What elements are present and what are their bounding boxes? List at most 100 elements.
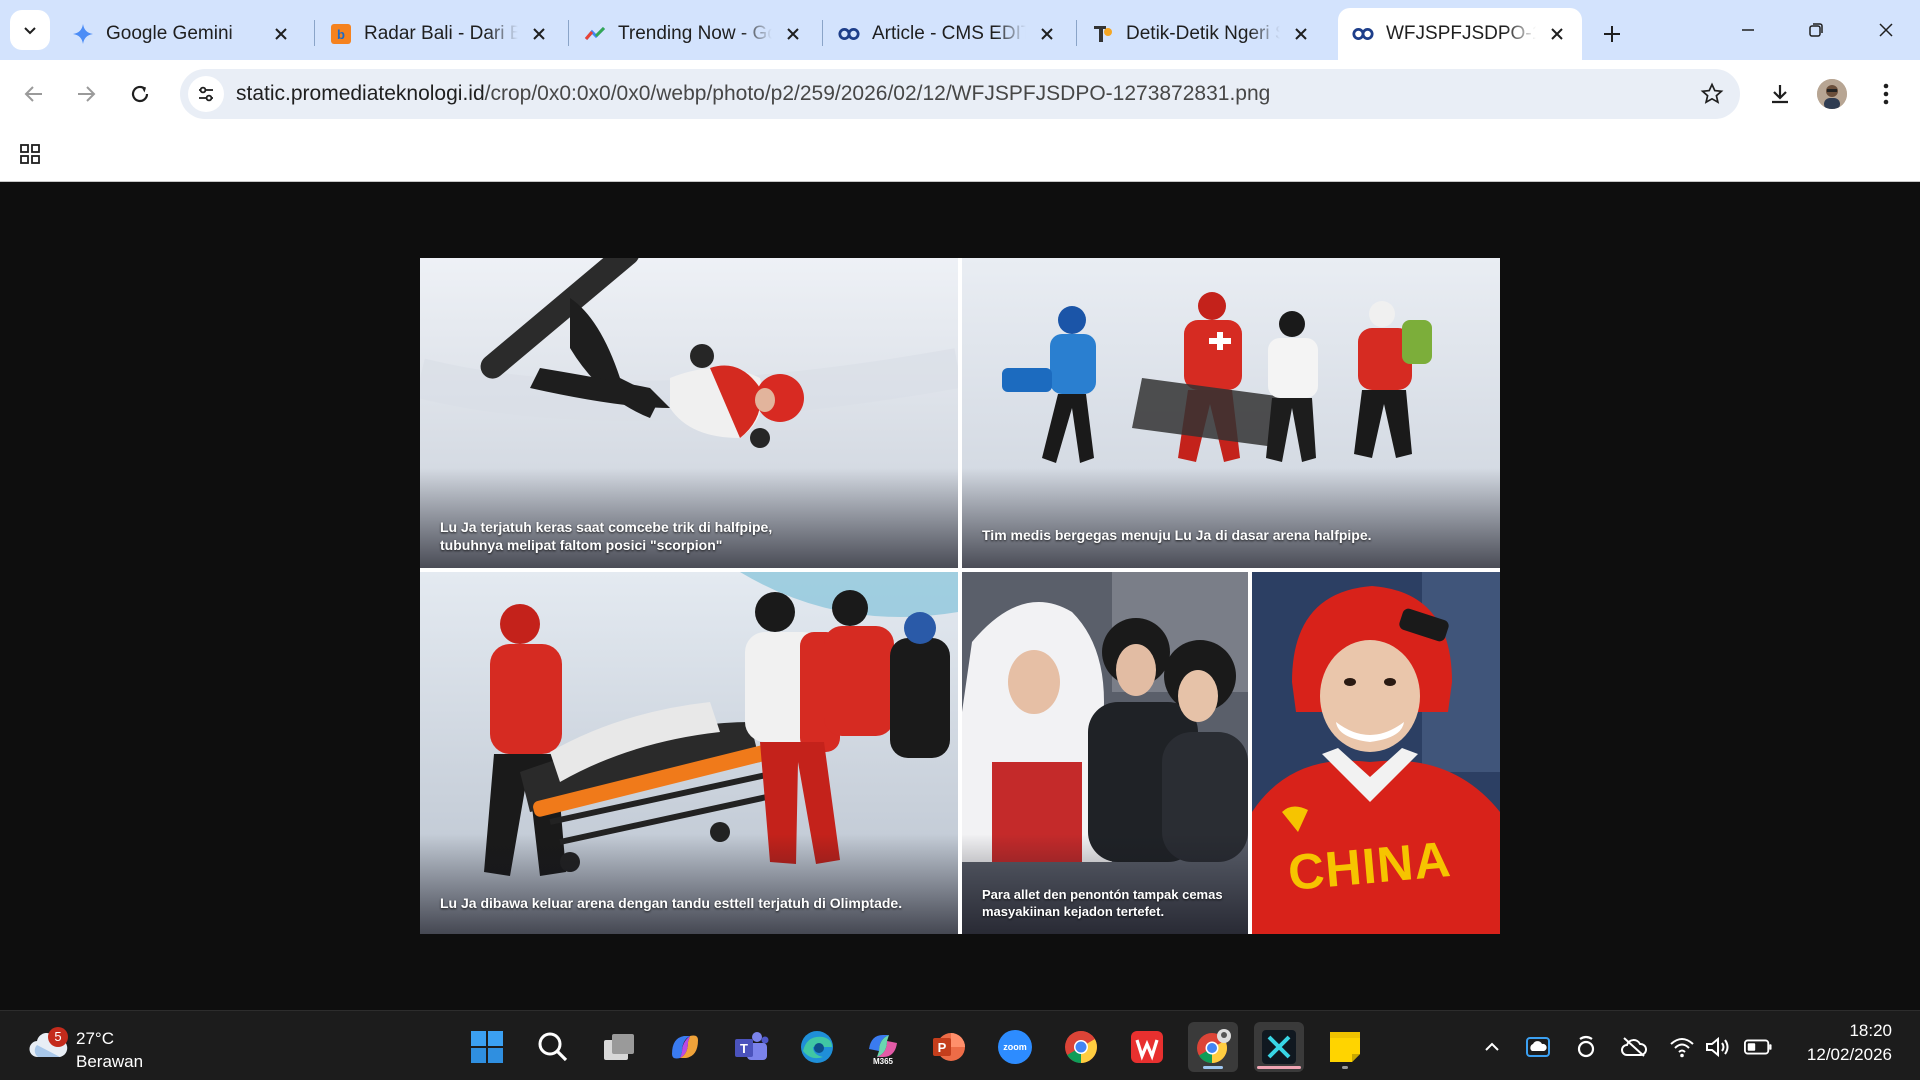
zoom-icon: zoom [998, 1030, 1032, 1064]
weather-widget[interactable]: 5 27°C Berawan [24, 1023, 164, 1071]
cms-icon [838, 23, 860, 45]
gemini-icon [72, 23, 94, 45]
detik-icon [1092, 23, 1114, 45]
tab-radar-bali[interactable]: b Radar Bali - Dari Bali [316, 8, 564, 60]
ring-app-tray-button[interactable] [1572, 1033, 1600, 1061]
capcut-icon [1262, 1030, 1296, 1064]
tune-icon [199, 86, 213, 102]
powerpoint-button[interactable]: P [924, 1022, 974, 1072]
restore-button[interactable] [1788, 8, 1844, 52]
url-text: static.promediateknologi.id/crop/0x0:0x0… [236, 82, 1270, 106]
close-icon[interactable] [780, 21, 806, 47]
photo-collage[interactable]: Lu Ja terjatuh keras saat comcebe trik d… [420, 258, 1500, 934]
m365-button[interactable]: M365 [858, 1022, 908, 1072]
address-bar[interactable]: static.promediateknologi.id/crop/0x0:0x0… [180, 69, 1740, 119]
apps-grid-icon [20, 144, 40, 164]
wifi-icon [1670, 1038, 1694, 1058]
tab-detik-detik[interactable]: Detik-Detik Ngeri Saat [1078, 8, 1326, 60]
back-button[interactable] [14, 74, 54, 114]
chrome-button[interactable] [1056, 1022, 1106, 1072]
wps-button[interactable] [1122, 1022, 1172, 1072]
edge-button[interactable] [792, 1022, 842, 1072]
cloud-off-tray-button[interactable] [1620, 1033, 1648, 1061]
task-view-button[interactable] [594, 1022, 644, 1072]
m365-icon: M365 [869, 1035, 897, 1065]
reload-button[interactable] [120, 74, 160, 114]
wps-icon [1131, 1031, 1163, 1063]
m365-label: M365 [873, 1057, 894, 1065]
tab-title: Detik-Detik Ngeri Saat [1126, 23, 1280, 44]
download-icon [1772, 85, 1788, 104]
close-window-button[interactable] [1858, 8, 1914, 52]
teams-button[interactable]: T [726, 1022, 776, 1072]
edge-icon [801, 1031, 833, 1063]
battery-button[interactable] [1744, 1033, 1772, 1061]
sticky-notes-button[interactable] [1320, 1022, 1370, 1072]
zoom-label: zoom [1003, 1042, 1027, 1052]
caption-medics: Tim medis bergegas menuju Lu Ja di dasar… [982, 527, 1372, 543]
downloads-button[interactable] [1760, 74, 1800, 114]
chrome-icon [1065, 1031, 1097, 1063]
search-button[interactable] [528, 1022, 578, 1072]
copilot-button[interactable] [660, 1022, 710, 1072]
clock-time[interactable]: 18:20 [1849, 1021, 1892, 1041]
tab-search-button[interactable] [10, 10, 50, 50]
tab-wfjspfjsdpo[interactable]: WFJSPFJSDPO-1273872831 [1338, 8, 1582, 60]
onedrive-tray-button[interactable] [1524, 1033, 1552, 1061]
clock-date[interactable]: 12/02/2026 [1807, 1045, 1892, 1065]
cloud-off-icon [1621, 1037, 1647, 1057]
teams-icon: T [735, 1032, 769, 1060]
tab-title: WFJSPFJSDPO-1273872831 [1386, 23, 1536, 44]
tab-separator [314, 20, 315, 46]
chevron-down-icon [24, 27, 36, 35]
volume-button[interactable] [1704, 1033, 1732, 1061]
menu-button[interactable] [1866, 74, 1906, 114]
cms-icon [1352, 23, 1374, 45]
copilot-icon [672, 1035, 698, 1059]
photo-athlete-portrait: CHINA [1252, 572, 1500, 934]
search-icon [538, 1032, 568, 1062]
chrome-profile-button[interactable] [1188, 1022, 1238, 1072]
reload-icon [131, 85, 149, 103]
photo-worried-crowd: Para allet den penontón tampak cemas mas… [962, 572, 1248, 934]
tab-separator [568, 20, 569, 46]
close-icon[interactable] [526, 21, 552, 47]
restore-icon [1809, 23, 1823, 37]
speaker-icon [1706, 1036, 1729, 1058]
close-icon[interactable] [268, 21, 294, 47]
minimize-button[interactable] [1720, 8, 1776, 52]
bookmark-star-button[interactable] [1698, 80, 1726, 108]
zoom-button[interactable]: zoom [990, 1022, 1040, 1072]
minimize-icon [1742, 29, 1754, 31]
tab-trending-now[interactable]: Trending Now - Google Trends [570, 8, 818, 60]
profile-button[interactable] [1812, 74, 1852, 114]
tab-article-cms[interactable]: Article - CMS EDITOR [824, 8, 1072, 60]
svg-text:P: P [938, 1040, 947, 1055]
close-icon[interactable] [1034, 21, 1060, 47]
tab-separator [822, 20, 823, 46]
close-icon [1879, 23, 1893, 37]
start-button[interactable] [462, 1022, 512, 1072]
wifi-button[interactable] [1668, 1033, 1696, 1061]
weather-condition: Berawan [76, 1052, 144, 1071]
tab-separator [1076, 20, 1077, 46]
close-icon[interactable] [1544, 21, 1570, 47]
caption-shade [420, 834, 958, 934]
caption-stretcher: Lu Ja dibawa keluar arena dengan tandu e… [440, 895, 903, 911]
tab-title: Radar Bali - Dari Bali [364, 23, 518, 44]
photo-medics-rushing: Tim medis bergegas menuju Lu Ja di dasar… [962, 258, 1500, 568]
new-tab-button[interactable] [1594, 16, 1630, 52]
tab-title: Google Gemini [106, 23, 233, 44]
site-info-button[interactable] [188, 76, 224, 112]
apps-button[interactable] [16, 140, 44, 168]
forward-button[interactable] [66, 74, 106, 114]
tab-google-gemini[interactable]: Google Gemini [58, 8, 306, 60]
running-indicator [1203, 1066, 1223, 1069]
capcut-button[interactable] [1254, 1022, 1304, 1072]
tab-strip: Google Gemini b Radar Bali - Dari Bali T… [0, 0, 1920, 60]
close-icon[interactable] [1288, 21, 1314, 47]
plus-icon [1604, 26, 1620, 42]
show-hidden-icons-button[interactable] [1478, 1033, 1506, 1061]
url-host: static.promediateknologi.id [236, 82, 485, 105]
weather-temperature: 27°C [76, 1029, 114, 1048]
